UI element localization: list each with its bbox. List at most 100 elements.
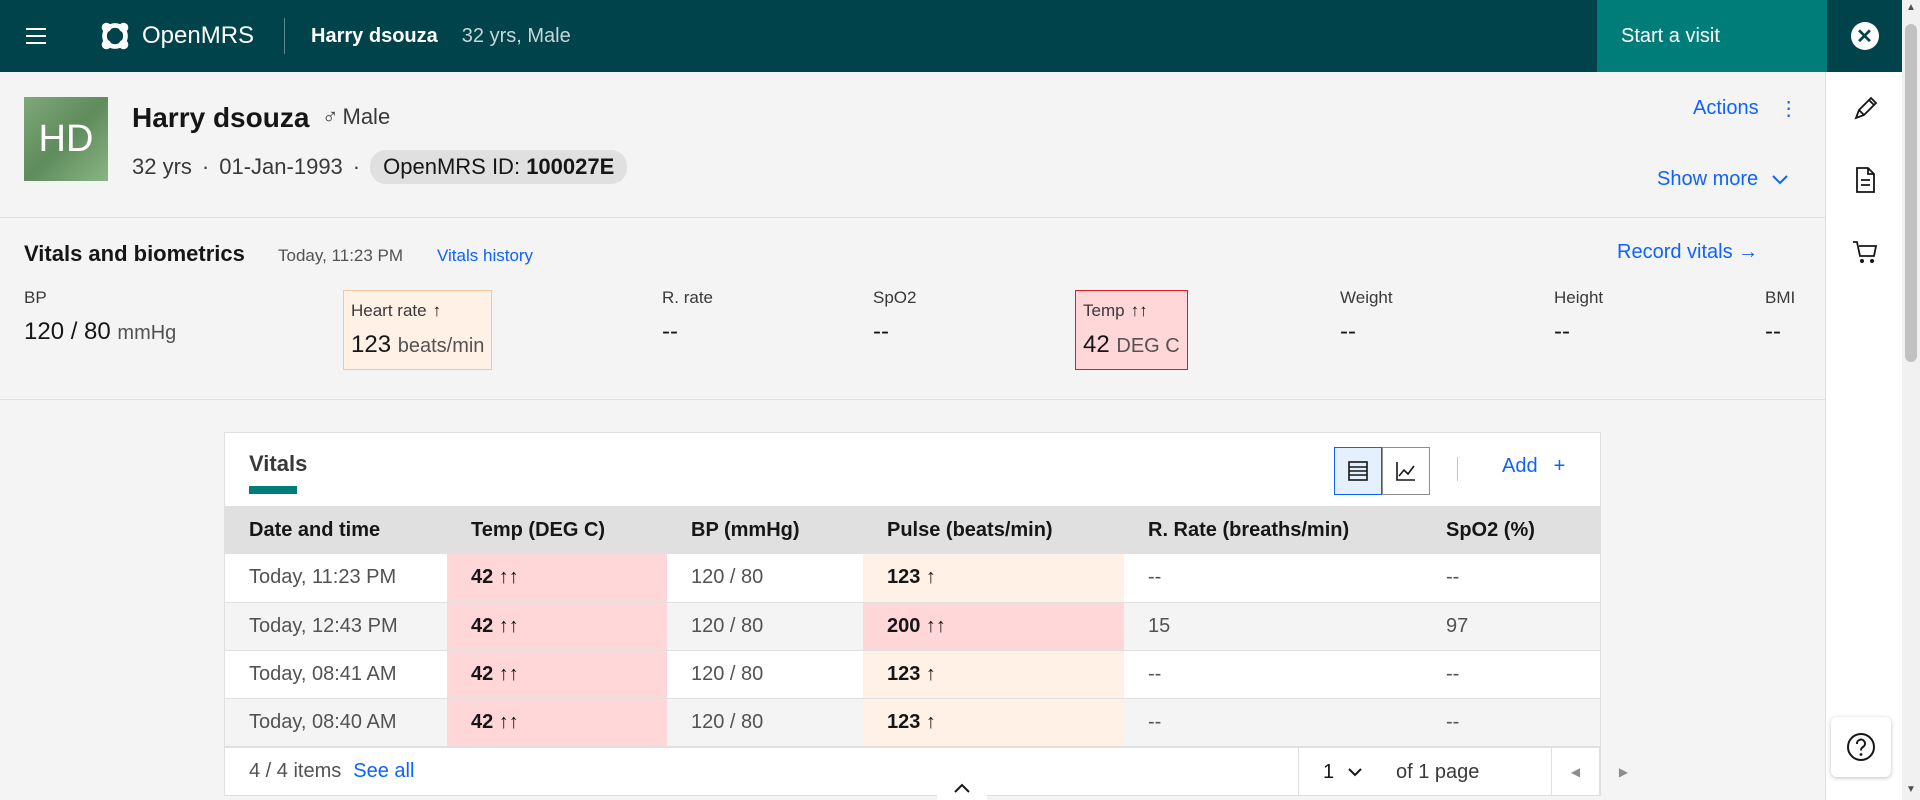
cell-date: Today, 08:41 AM [225, 650, 447, 699]
vital-value: -- [873, 318, 889, 345]
vital-unit: mmHg [117, 322, 177, 344]
pen-icon[interactable] [1850, 94, 1880, 124]
patient-meta: 32 yrs · 01-Jan-1993 · OpenMRS ID: 10002… [132, 150, 628, 184]
id-value: 100027E [526, 154, 615, 179]
vitals-table: Date and time Temp (DEG C) BP (mmHg) Pul… [225, 506, 1600, 747]
help-button[interactable] [1831, 717, 1891, 777]
arrow-right-icon: → [1738, 241, 1759, 263]
vital-unit: beats/min [397, 335, 485, 357]
menu-icon[interactable] [0, 0, 72, 72]
patient-id-tag: OpenMRS ID: 100027E [370, 150, 628, 184]
column-header[interactable]: SpO2 (%) [1422, 506, 1600, 554]
cell-temp: 42 ↑↑ [447, 602, 667, 651]
collapse-button[interactable] [937, 776, 987, 800]
vital-label: R. rate [662, 288, 714, 307]
male-icon: ♂ [322, 104, 339, 129]
vital-spo2: SpO2 -- [873, 288, 916, 346]
plus-icon: + [1553, 455, 1566, 477]
next-page-button[interactable]: ▶ [1599, 748, 1647, 796]
cell-rr: -- [1124, 698, 1422, 747]
vital-label: Heart rate [351, 301, 427, 320]
cell-pulse: 123 ↑ [863, 554, 1124, 603]
cell-spo2: 97 [1422, 602, 1600, 651]
vital-label: Weight [1340, 288, 1393, 307]
close-icon: ✕ [1850, 22, 1879, 50]
divider [1457, 457, 1458, 481]
column-header[interactable]: BP (mmHg) [667, 506, 863, 554]
cell-bp: 120 / 80 [667, 650, 863, 699]
page-select[interactable]: 1 [1298, 748, 1390, 796]
cell-rr: -- [1124, 650, 1422, 699]
vital-value: 123 [351, 331, 392, 358]
vital-value: 120 / 80 [24, 318, 111, 345]
record-vitals-label: Record vitals [1617, 241, 1733, 263]
table-row: Today, 08:41 AM 42 ↑↑ 120 / 80 123 ↑ -- … [225, 650, 1600, 699]
show-more-button[interactable]: Show more [1657, 168, 1788, 191]
vital-bp: BP 120 / 80 mmHg [24, 288, 176, 346]
patient-sex-label: Male [342, 104, 391, 129]
table-view-button[interactable] [1334, 447, 1382, 495]
record-vitals-button[interactable]: Record vitals → [1617, 241, 1758, 264]
cell-spo2: -- [1422, 650, 1600, 699]
column-header[interactable]: Pulse (beats/min) [863, 506, 1124, 554]
close-button[interactable]: ✕ [1827, 0, 1902, 72]
vital-weight: Weight -- [1340, 288, 1393, 346]
table-row: Today, 11:23 PM 42 ↑↑ 120 / 80 123 ↑ -- … [225, 554, 1600, 603]
cell-rr: -- [1124, 554, 1422, 603]
previous-page-button[interactable]: ◀ [1551, 748, 1599, 796]
cell-spo2: -- [1422, 698, 1600, 747]
see-all-link[interactable]: See all [353, 760, 414, 783]
openmrs-logo-icon [101, 22, 129, 50]
scroll-up-arrow[interactable]: ▲ [1905, 2, 1917, 16]
cell-bp: 120 / 80 [667, 554, 863, 603]
vital-label: BP [24, 288, 47, 307]
vital-label: SpO2 [873, 288, 917, 307]
vital-bmi: BMI -- [1765, 288, 1795, 346]
double-arrow-up-icon: ↑↑ [1130, 301, 1148, 320]
vital-value: -- [1340, 318, 1356, 345]
cell-pulse: 200 ↑↑ [863, 602, 1124, 651]
cell-date: Today, 11:23 PM [225, 554, 447, 603]
patient-name: Harry dsouza [132, 102, 310, 133]
scroll-down-arrow[interactable]: ▼ [1905, 784, 1917, 798]
cell-rr: 15 [1124, 602, 1422, 651]
column-header[interactable]: Temp (DEG C) [447, 506, 667, 554]
cell-spo2: -- [1422, 554, 1600, 603]
vitals-card-title: Vitals [249, 451, 308, 476]
vital-temp: Temp ↑↑ 42 DEG C [1075, 290, 1188, 370]
table-row: Today, 08:40 AM 42 ↑↑ 120 / 80 123 ↑ -- … [225, 698, 1600, 747]
openmrs-logo[interactable]: OpenMRS [72, 18, 286, 54]
vitals-header-time: Today, 11:23 PM [278, 246, 404, 265]
avatar: HD [24, 97, 108, 181]
vital-unit: DEG C [1116, 335, 1180, 357]
patient-dob: 01-Jan-1993 [219, 154, 343, 179]
add-vitals-button[interactable]: Add + [1502, 455, 1565, 478]
column-header[interactable]: Date and time [225, 506, 447, 554]
help-icon [1847, 733, 1875, 761]
overflow-menu-icon: ⋮ [1778, 98, 1799, 120]
patient-banner: HD Harry dsouza ♂ Male 32 yrs · 01-Jan-1… [0, 72, 1825, 218]
patient-age: 32 yrs [132, 154, 192, 179]
document-icon[interactable] [1850, 165, 1880, 195]
chart-view-button[interactable] [1382, 447, 1430, 495]
cell-pulse: 123 ↑ [863, 650, 1124, 699]
cell-temp: 42 ↑↑ [447, 698, 667, 747]
arrow-up-icon: ↑ [432, 301, 442, 320]
cell-date: Today, 12:43 PM [225, 602, 447, 651]
actions-menu-button[interactable]: Actions ⋮ [1693, 96, 1799, 121]
column-header[interactable]: R. Rate (breaths/min) [1124, 506, 1422, 554]
cell-temp: 42 ↑↑ [447, 554, 667, 603]
page-number: 1 [1323, 760, 1335, 783]
view-toggle [1334, 447, 1430, 495]
cart-icon[interactable] [1850, 237, 1880, 267]
chevron-up-icon [954, 783, 970, 793]
scrollbar-thumb[interactable] [1905, 24, 1917, 362]
vital-label: Height [1554, 288, 1604, 307]
vitals-history-link[interactable]: Vitals history [437, 246, 533, 266]
app-name: OpenMRS [142, 22, 255, 49]
start-visit-button[interactable]: Start a visit [1597, 0, 1827, 72]
page-total: of 1 page [1396, 760, 1480, 783]
caret-right-icon: ▶ [1618, 765, 1629, 779]
vital-value: -- [1554, 318, 1570, 345]
add-label: Add [1502, 455, 1538, 477]
